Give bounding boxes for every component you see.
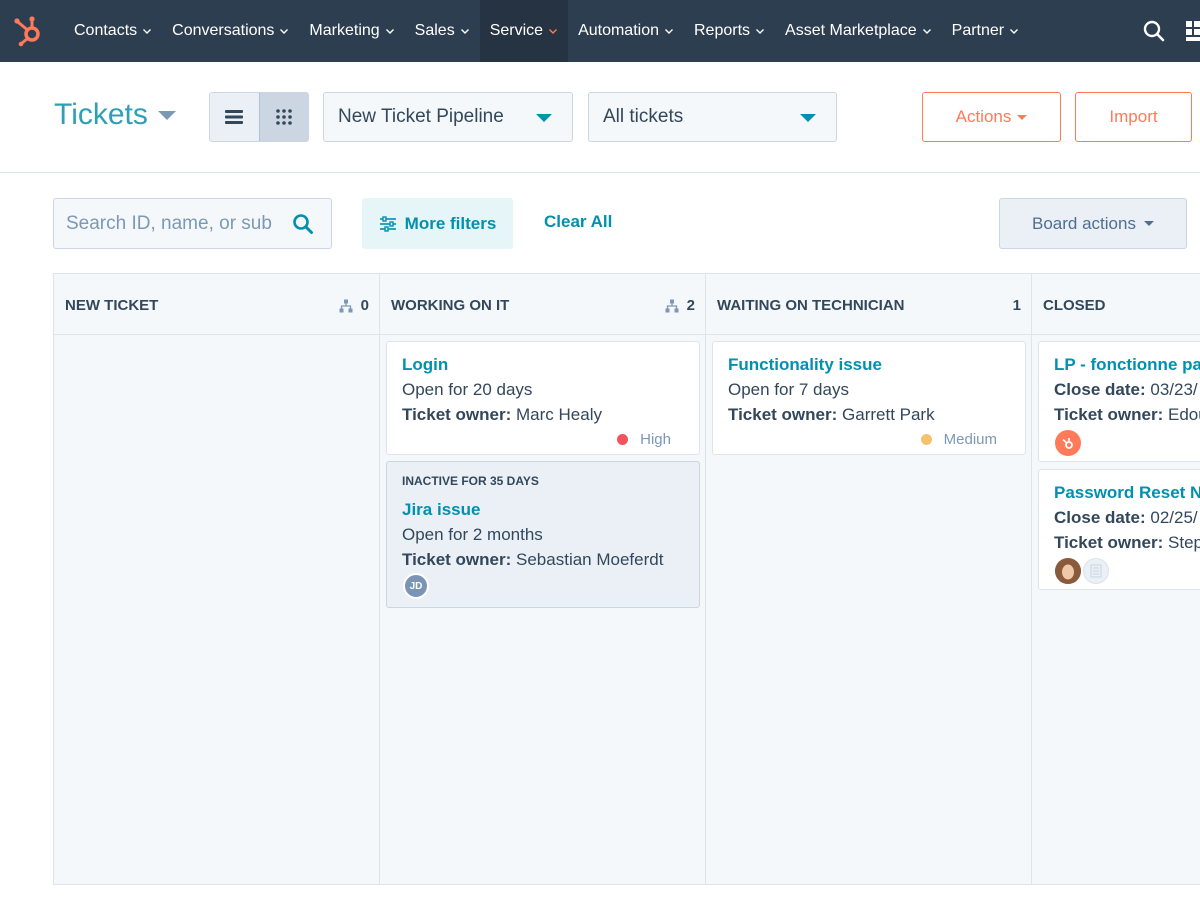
board-column-new-ticket: NEW TICKET 0: [54, 274, 380, 884]
chevron-down-icon: [922, 29, 931, 34]
chevron-down-icon: [1010, 29, 1019, 34]
caret-down-icon: [1017, 114, 1028, 120]
column-count: 2: [665, 297, 695, 314]
board-actions-button[interactable]: Board actions: [999, 198, 1187, 249]
column-count: 0: [339, 297, 369, 314]
ticket-close-date: Close date: 02/25/: [1054, 508, 1198, 527]
column-name: NEW TICKET: [65, 297, 159, 314]
ticket-title[interactable]: LP - fonctionne pas: [1054, 355, 1200, 375]
board-column-working-on-it: WORKING ON IT 2 Login Open for 20 days T…: [380, 274, 706, 884]
ticket-card[interactable]: Login Open for 20 days Ticket owner: Mar…: [386, 341, 700, 455]
caret-down-icon: [800, 114, 816, 122]
priority-dot-icon: [617, 434, 629, 445]
ticket-owner: Ticket owner: Sebastian Moeferdt: [402, 550, 664, 569]
chevron-down-icon: [280, 29, 289, 34]
header-divider: [0, 172, 1200, 173]
nav-item-reports[interactable]: Reports: [684, 0, 775, 62]
column-header: WORKING ON IT 2: [380, 274, 705, 335]
nav-item-contacts[interactable]: Contacts: [64, 0, 162, 62]
chevron-down-icon: [665, 29, 673, 34]
ticket-age: Open for 20 days: [402, 380, 533, 399]
chevron-down-icon: [143, 29, 152, 34]
nav-item-service[interactable]: Service: [479, 0, 569, 62]
page-title[interactable]: Tickets: [54, 98, 176, 132]
view-filter-select-value: All tickets: [603, 106, 684, 127]
search-input[interactable]: [66, 211, 286, 237]
nav-item-partner[interactable]: Partner: [942, 0, 1029, 62]
ticket-owner: Ticket owner: Edou: [1054, 405, 1200, 424]
board-column-waiting-on-technician: WAITING ON TECHNICIAN 1 Functionality is…: [706, 274, 1032, 884]
sliders-icon: [379, 215, 396, 232]
nav-menu: Contacts Conversations Marketing Sales Servi…: [64, 0, 1029, 62]
hubspot-logo-icon[interactable]: [12, 13, 46, 47]
ticket-card[interactable]: Password Reset No Close date: 02/25/ Tic…: [1038, 469, 1200, 590]
view-toggle: [209, 92, 309, 142]
avatar-placeholder[interactable]: [1083, 558, 1109, 584]
hubspot-avatar-icon[interactable]: [1055, 430, 1081, 456]
avatar[interactable]: [1055, 558, 1081, 584]
column-header: WAITING ON TECHNICIAN 1: [706, 274, 1031, 335]
nav-item-marketing[interactable]: Marketing: [299, 0, 404, 62]
ticket-title[interactable]: Functionality issue: [728, 355, 882, 375]
search-icon[interactable]: [291, 212, 315, 236]
column-name: WORKING ON IT: [391, 297, 510, 314]
top-nav: Contacts Conversations Marketing Sales Servi…: [0, 0, 1200, 62]
ticket-owner: Ticket owner: Marc Healy: [402, 405, 602, 424]
nav-item-asset-marketplace[interactable]: Asset Marketplace: [775, 0, 942, 62]
column-name: WAITING ON TECHNICIAN: [717, 297, 905, 314]
column-count: 1: [1012, 297, 1021, 314]
caret-down-icon: [1143, 221, 1154, 226]
ticket-title[interactable]: Jira issue: [402, 500, 480, 520]
inactive-label: INACTIVE FOR 35 DAYS: [402, 474, 539, 488]
chevron-down-icon: [460, 29, 469, 34]
list-view-button[interactable]: [210, 93, 259, 141]
ticket-age: Open for 2 months: [402, 525, 543, 544]
column-name: CLOSED: [1043, 297, 1106, 314]
nav-item-conversations[interactable]: Conversations: [162, 0, 299, 62]
nav-item-automation[interactable]: Automation: [568, 0, 684, 62]
search-field[interactable]: [53, 198, 332, 249]
ticket-card[interactable]: Functionality issue Open for 7 days Tick…: [712, 341, 1026, 455]
ticket-card[interactable]: LP - fonctionne pas Close date: 03/23/ T…: [1038, 341, 1200, 462]
view-filter-select[interactable]: All tickets: [588, 92, 837, 142]
ticket-age: Open for 7 days: [728, 380, 849, 399]
pipeline-select[interactable]: New Ticket Pipeline: [323, 92, 573, 142]
actions-button[interactable]: Actions: [922, 92, 1061, 142]
ticket-title[interactable]: Password Reset No: [1054, 483, 1200, 503]
column-header: NEW TICKET 0: [54, 274, 379, 335]
list-icon: [225, 110, 244, 124]
import-button[interactable]: Import: [1075, 92, 1192, 142]
board-column-closed: CLOSED LP - fonctionne pas Close date: 0…: [1032, 274, 1200, 884]
ticket-board: NEW TICKET 0 WORKING ON IT 2 Login Open …: [53, 273, 1200, 885]
hierarchy-icon: [339, 299, 353, 312]
hierarchy-icon: [665, 299, 679, 312]
ticket-title[interactable]: Login: [402, 355, 448, 375]
column-header: CLOSED: [1032, 274, 1200, 335]
nav-item-sales[interactable]: Sales: [405, 0, 480, 62]
priority-badge: High: [617, 431, 671, 448]
caret-down-icon: [157, 110, 176, 120]
ticket-card[interactable]: INACTIVE FOR 35 DAYS Jira issue Open for…: [386, 461, 700, 608]
grid-icon: [276, 109, 292, 125]
search-icon[interactable]: [1142, 19, 1166, 43]
board-view-button[interactable]: [258, 93, 308, 141]
more-filters-button[interactable]: More filters: [362, 198, 513, 249]
priority-dot-icon: [920, 434, 932, 445]
ticket-owner: Ticket owner: Step: [1054, 533, 1200, 552]
chevron-down-icon: [549, 29, 558, 34]
ticket-owner: Ticket owner: Garrett Park: [728, 405, 935, 424]
clear-all-link[interactable]: Clear All: [544, 212, 612, 232]
chevron-down-icon: [385, 29, 394, 34]
caret-down-icon: [536, 114, 552, 122]
marketplace-icon[interactable]: [1184, 18, 1200, 42]
priority-badge: Medium: [920, 431, 997, 448]
avatar[interactable]: JD: [403, 573, 429, 599]
ticket-close-date: Close date: 03/23/: [1054, 380, 1198, 399]
pipeline-select-value: New Ticket Pipeline: [338, 106, 504, 127]
chevron-down-icon: [756, 29, 765, 34]
